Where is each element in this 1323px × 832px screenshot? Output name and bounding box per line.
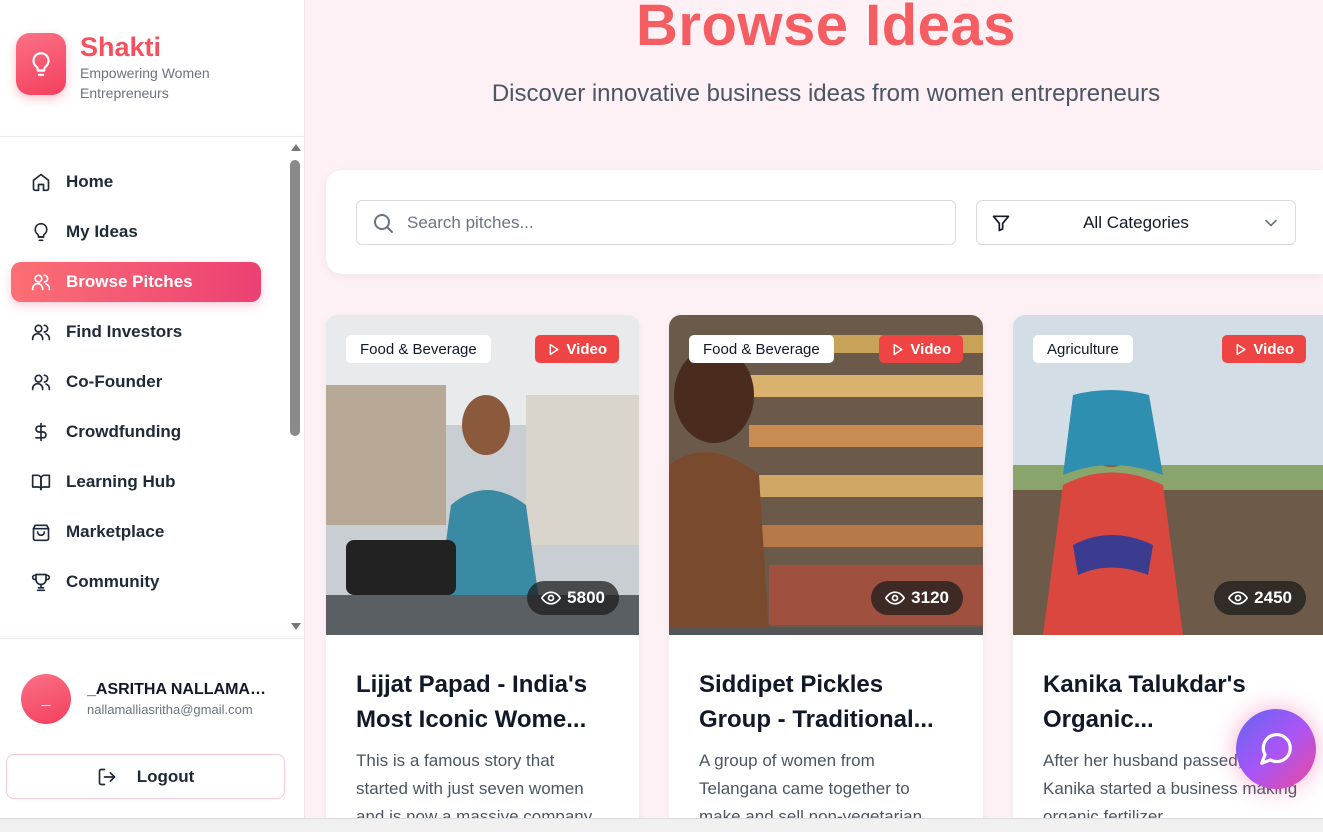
- book-icon: [31, 474, 51, 491]
- play-icon: [549, 343, 559, 355]
- sidebar-item-label: Browse Pitches: [66, 272, 193, 291]
- views-value: 3120: [911, 588, 949, 607]
- sidebar-item-marketplace[interactable]: Marketplace: [11, 512, 261, 552]
- sidebar-item-label: Crowdfunding: [66, 422, 182, 441]
- shopping-bag-icon: [32, 524, 50, 542]
- pitch-card[interactable]: Food & Beverage Video 5800 Lijjat Papad …: [326, 315, 639, 832]
- sidebar-item-label: Find Investors: [66, 322, 183, 341]
- logout-icon: [98, 768, 116, 785]
- dollar-icon: [35, 422, 47, 442]
- pitch-thumbnail[interactable]: Agriculture Video 2450: [1013, 315, 1323, 635]
- search-input[interactable]: [407, 212, 927, 233]
- filter-bar: All Categories: [326, 170, 1323, 274]
- brand-tagline: Empowering Women Entrepreneurs: [80, 65, 210, 101]
- divider: [0, 638, 304, 639]
- pitch-title[interactable]: Siddipet Pickles Group - Traditional...: [699, 667, 954, 737]
- users-icon: [31, 374, 51, 391]
- search-icon: [374, 213, 393, 233]
- scroll-down-icon[interactable]: [291, 623, 301, 630]
- sidebar-item-label: Home: [66, 172, 114, 191]
- video-label: Video: [1253, 340, 1294, 358]
- user-profile[interactable]: _ _ASRITHA NALLAMALLI nallamalliasritha@…: [21, 674, 272, 724]
- sidebar-item-label: Learning Hub: [66, 472, 176, 491]
- views-value: 2450: [1254, 588, 1292, 607]
- play-icon: [1236, 343, 1246, 355]
- video-badge[interactable]: Video: [879, 335, 963, 363]
- sidebar-item-learning-hub[interactable]: Learning Hub: [11, 462, 261, 502]
- page-subtitle: Discover innovative business ideas from …: [491, 80, 1161, 107]
- sidebar: Shakti Empowering Women Entrepreneurs Ho…: [0, 0, 305, 832]
- sidebar-item-label: Marketplace: [66, 522, 165, 541]
- logout-button[interactable]: Logout: [6, 754, 285, 799]
- divider: [0, 136, 304, 137]
- chevron-down-icon: [1265, 219, 1277, 227]
- search-box[interactable]: [356, 200, 956, 245]
- page-title: Browse Ideas: [636, 0, 1016, 58]
- eye-icon: [1228, 591, 1249, 605]
- video-badge[interactable]: Video: [1222, 335, 1306, 363]
- sidebar-scrollbar[interactable]: [287, 140, 303, 636]
- lightbulb-icon: [16, 33, 66, 95]
- eye-icon: [541, 591, 562, 605]
- views-value: 5800: [567, 588, 605, 607]
- category-badge: Food & Beverage: [689, 335, 834, 363]
- chat-bubble-icon: [1260, 733, 1292, 765]
- sidebar-item-my-ideas[interactable]: My Ideas: [11, 212, 261, 252]
- views-count: 2450: [1214, 581, 1306, 615]
- sidebar-item-label: Community: [66, 572, 160, 591]
- scroll-up-icon[interactable]: [291, 144, 301, 151]
- sidebar-nav: Home My Ideas Browse Pitches Find Invest…: [11, 162, 261, 612]
- brand[interactable]: Shakti Empowering Women Entrepreneurs: [16, 32, 240, 103]
- filter-icon: [992, 215, 1010, 231]
- brand-name: Shakti: [80, 32, 162, 62]
- lightbulb-icon: [34, 222, 48, 242]
- sidebar-item-home[interactable]: Home: [11, 162, 261, 202]
- chat-button[interactable]: [1236, 709, 1316, 789]
- sidebar-item-label: My Ideas: [66, 222, 138, 241]
- pitch-card[interactable]: Food & Beverage Video 3120 Siddipet Pick…: [669, 315, 983, 832]
- user-email: nallamalliasritha@gmail.com: [87, 702, 253, 717]
- sidebar-item-crowdfunding[interactable]: Crowdfunding: [11, 412, 261, 452]
- video-label: Video: [910, 340, 951, 358]
- sidebar-item-find-investors[interactable]: Find Investors: [11, 312, 261, 352]
- category-select-value: All Categories: [1083, 212, 1189, 232]
- trophy-icon: [31, 573, 51, 592]
- horizontal-scrollbar[interactable]: [0, 818, 1323, 832]
- views-count: 5800: [527, 581, 619, 615]
- views-count: 3120: [871, 581, 963, 615]
- pitch-thumbnail[interactable]: Food & Beverage Video 3120: [669, 315, 983, 635]
- logout-label: Logout: [136, 766, 195, 786]
- sidebar-item-label: Co-Founder: [66, 372, 163, 391]
- eye-icon: [885, 591, 906, 605]
- play-icon: [893, 343, 903, 355]
- category-badge: Food & Beverage: [346, 335, 491, 363]
- users-icon: [31, 274, 51, 291]
- sidebar-item-community[interactable]: Community: [11, 562, 261, 602]
- video-label: Video: [566, 340, 607, 358]
- sidebar-item-browse-pitches[interactable]: Browse Pitches: [11, 262, 261, 302]
- home-icon: [32, 173, 50, 192]
- video-badge[interactable]: Video: [535, 335, 619, 363]
- users-icon: [31, 324, 51, 341]
- category-badge: Agriculture: [1033, 335, 1133, 363]
- avatar: _: [21, 674, 71, 724]
- sidebar-item-co-founder[interactable]: Co-Founder: [11, 362, 261, 402]
- pitch-thumbnail[interactable]: Food & Beverage Video 5800: [326, 315, 639, 635]
- category-select[interactable]: All Categories: [976, 200, 1296, 245]
- pitch-title[interactable]: Lijjat Papad - India's Most Iconic Wome.…: [356, 667, 611, 737]
- scrollbar-thumb[interactable]: [290, 160, 300, 436]
- user-name: _ASRITHA NALLAMALLI: [87, 681, 272, 698]
